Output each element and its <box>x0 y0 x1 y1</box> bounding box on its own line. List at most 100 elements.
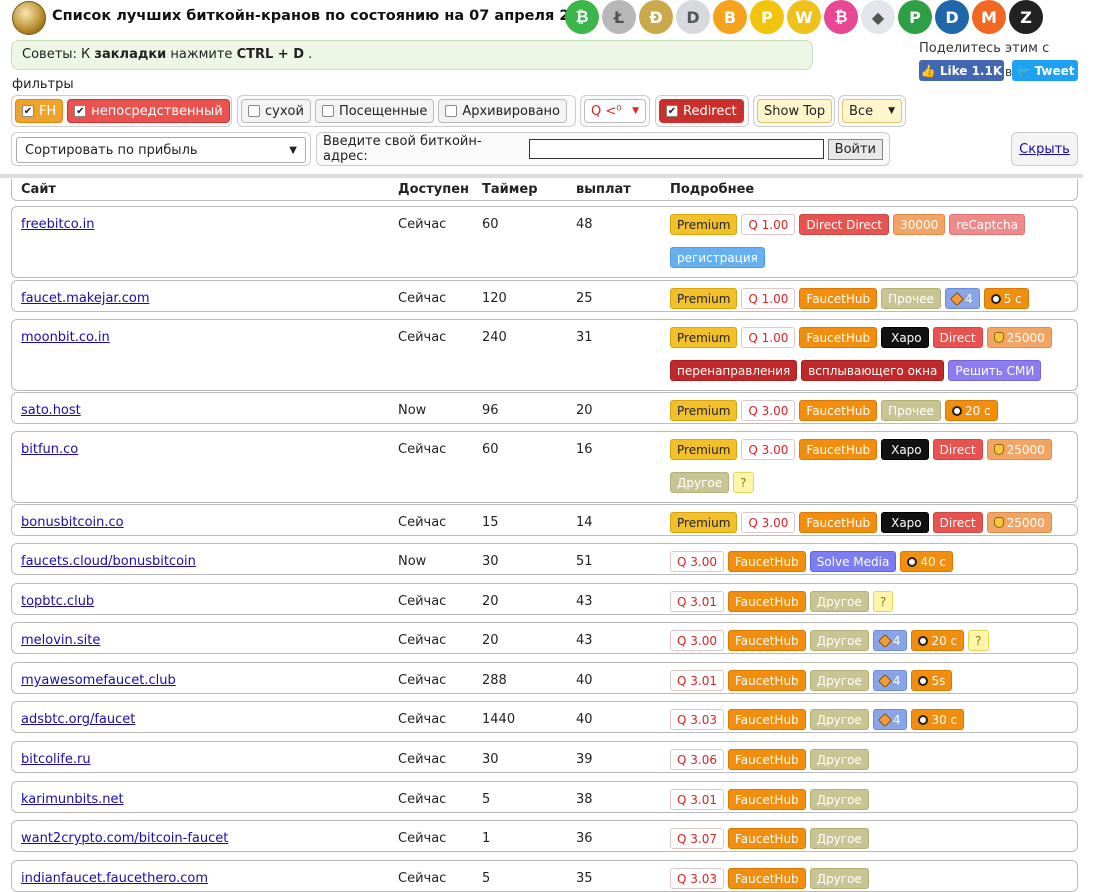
monero-icon[interactable]: M <box>972 0 1006 34</box>
bitcoin-pink-icon[interactable]: ₿ <box>824 0 858 34</box>
filter-redirect-toggle[interactable]: ✔ Redirect <box>659 99 744 123</box>
faucet-site-link[interactable]: faucet.makejar.com <box>21 291 149 306</box>
tips-bold-bookmarks: закладки <box>94 47 167 62</box>
faucet-site-link[interactable]: faucets.cloud/bonusbitcoin <box>21 554 196 569</box>
badge-label: Q 3.00 <box>748 515 789 530</box>
timer-value: 20 <box>482 594 499 609</box>
badge-label: Q 3.00 <box>677 633 717 648</box>
faucet-site-link[interactable]: want2crypto.com/bitcoin-faucet <box>21 831 228 846</box>
premium-badge: Premium <box>670 327 738 348</box>
checkbox-checked-icon[interactable]: ✔ <box>74 105 87 117</box>
payouts-value: 35 <box>576 871 593 886</box>
faucet-site-link[interactable]: topbtc.club <box>21 594 94 609</box>
filter-dry-toggle[interactable]: сухой <box>241 99 311 123</box>
filter-q-select[interactable]: Q <⁰ ▼ <box>584 99 646 123</box>
litecoin-icon[interactable]: Ł <box>602 0 636 34</box>
faucet-site-link[interactable]: karimunbits.net <box>21 792 124 807</box>
primecoin-icon[interactable]: P <box>898 0 932 34</box>
money-bag-icon <box>993 332 1004 343</box>
lev-badge: 4 <box>944 288 980 309</box>
filter-direct-toggle[interactable]: ✔ непосредственный <box>67 99 230 123</box>
grey-badge: Другое <box>809 749 869 770</box>
faucet-site-link[interactable]: moonbit.co.in <box>21 330 110 345</box>
digibyte-icon[interactable]: D <box>935 0 969 34</box>
zcash-icon[interactable]: Z <box>1009 0 1043 34</box>
badge-label: Q 3.01 <box>677 673 717 688</box>
clock-icon <box>918 675 929 686</box>
divider <box>0 174 1083 178</box>
faucet-site-link[interactable]: bitcolife.ru <box>21 752 91 767</box>
q-badge: Q 3.00 <box>670 630 724 651</box>
badge-label: Direct <box>939 442 976 457</box>
hide-link[interactable]: Скрыть <box>1019 142 1070 157</box>
checkbox-icon[interactable] <box>321 105 334 117</box>
faucet-site-link[interactable]: freebitco.in <box>21 217 94 232</box>
facebook-like-button[interactable]: 👍 Like 1.1K <box>919 60 1004 81</box>
ethereum-icon[interactable]: ◆ <box>861 0 895 34</box>
dogecoin-icon[interactable]: Ð <box>639 0 673 34</box>
badge-label: Q 3.00 <box>677 554 717 569</box>
availability-text: Сейчас <box>398 673 447 688</box>
faucet-site-link[interactable]: indianfaucet.faucethero.com <box>21 871 208 886</box>
faucet-site-link[interactable]: adsbtc.org/faucet <box>21 712 135 727</box>
peercoin-icon[interactable]: P <box>750 0 784 34</box>
faucet-site-link[interactable]: myawesomefaucet.club <box>21 673 176 688</box>
badge-label: Premium <box>677 330 731 345</box>
show-top-label: Show Top <box>764 103 826 119</box>
fh-badge: FaucetHub <box>799 512 878 533</box>
filter-fh-toggle[interactable]: ✔ FH <box>15 99 64 123</box>
faucet-site-link[interactable]: bonusbitcoin.co <box>21 515 124 530</box>
details-badges: Premium Q 1.00 Direct Direct 30000 reCaptcha… <box>670 214 1075 268</box>
availability-text: Сейчас <box>398 515 447 530</box>
availability-text: Now <box>398 403 427 418</box>
checkbox-checked-icon[interactable]: ✔ <box>666 105 678 117</box>
badge-label: Q 3.03 <box>677 871 717 886</box>
grey-badge: Другое <box>809 828 869 849</box>
address-box: Введите свой биткойн-адрес: Войти <box>316 132 890 166</box>
badge-label: Direct Direct <box>806 217 883 232</box>
table-row: adsbtc.org/faucet Сейчас 1440 40 Q 3.03 Fauce… <box>11 701 1078 733</box>
checkbox-icon[interactable] <box>445 105 458 117</box>
checkbox-checked-icon[interactable]: ✔ <box>22 105 34 117</box>
faucet-site-link[interactable]: bitfun.co <box>21 442 78 457</box>
badge-label: 20 с <box>964 403 991 418</box>
filter-group-main: ✔ FH ✔ непосредственный <box>11 95 232 127</box>
fh-badge: FaucetHub <box>799 327 878 348</box>
badge-label: FaucetHub <box>806 515 871 530</box>
checkbox-icon[interactable] <box>248 105 260 117</box>
details-badges: Q 3.00 FaucetHub Другое 4 20 с? <box>670 630 1075 651</box>
site-logo-icon[interactable] <box>12 1 46 35</box>
q-badge: Q 3.01 <box>670 591 724 612</box>
login-button[interactable]: Войти <box>827 138 883 160</box>
filter-archived-label: Архивировано <box>462 103 561 119</box>
badge-label: Другое <box>677 475 723 490</box>
filter-fh-label: FH <box>39 103 57 119</box>
show-top-button[interactable]: Show Top <box>757 99 833 123</box>
faucet-site-link[interactable]: melovin.site <box>21 633 100 648</box>
badge-label: FaucetHub <box>734 712 799 727</box>
details-badges: Q 3.01 FaucetHub Другое? <box>670 591 1075 612</box>
availability-text: Сейчас <box>398 752 447 767</box>
waves-icon[interactable]: W <box>787 0 821 34</box>
xapo-badge: Xapo <box>881 439 929 460</box>
filter-visited-toggle[interactable]: Посещенные <box>314 99 435 123</box>
badge-label: 4 <box>964 291 973 306</box>
badge-label: 4 <box>892 633 901 648</box>
sort-box: Сортировать по прибыль ▼ <box>11 132 311 166</box>
timer-value: 5 <box>482 792 491 807</box>
bitcoin-icon[interactable]: B <box>713 0 747 34</box>
yellow-badge: ? <box>872 591 894 612</box>
grey-badge: Другое <box>670 472 730 493</box>
bitcoin-address-input[interactable] <box>529 139 824 159</box>
bitcoin-cash-icon[interactable]: ₿ <box>565 0 599 34</box>
filter-archived-toggle[interactable]: Архивировано <box>438 99 568 123</box>
tweet-button[interactable]: 🐦 Tweet <box>1012 60 1078 81</box>
sort-select[interactable]: Сортировать по прибыль ▼ <box>16 137 306 163</box>
badge-label: Xapo <box>891 515 922 530</box>
q-badge: Q 3.07 <box>670 828 724 849</box>
faucet-site-link[interactable]: sato.host <box>21 403 81 418</box>
all-select[interactable]: Все ▼ <box>842 99 902 123</box>
dash-icon[interactable]: D <box>676 0 710 34</box>
yellow-badge: ? <box>733 472 754 493</box>
fh-badge: FaucetHub <box>727 670 806 691</box>
